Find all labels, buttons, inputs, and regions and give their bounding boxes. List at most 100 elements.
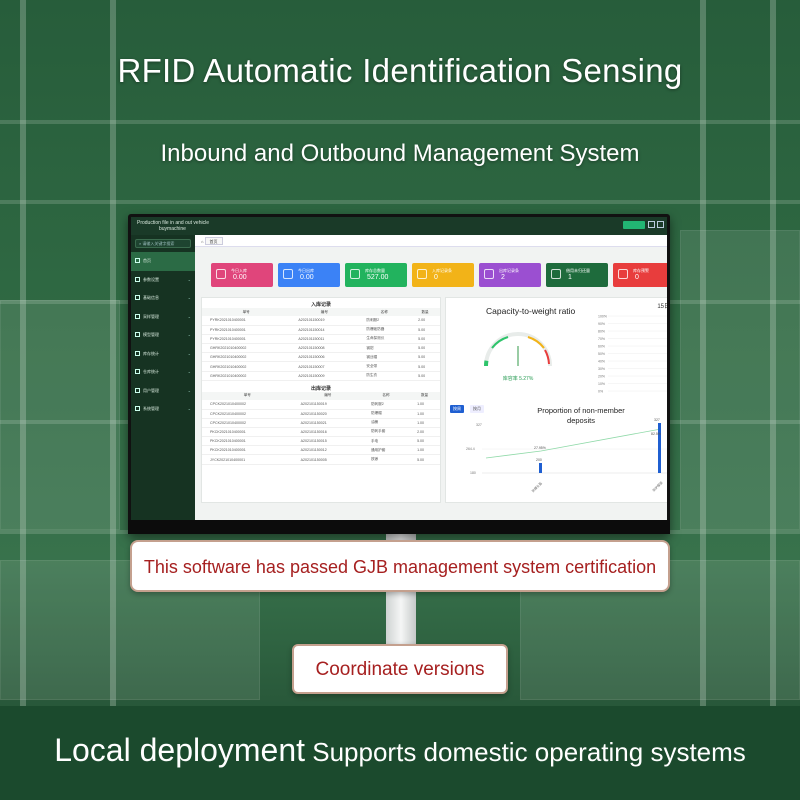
tab-weekly[interactable]: 按周 xyxy=(450,405,464,413)
charts-panel: Capacity-to-weight ratio 库容率 5.27% 100% 9… xyxy=(445,297,667,503)
stat-card-2[interactable]: 库存总数量 527.00 xyxy=(345,263,407,287)
table-cell: 5.00 xyxy=(410,334,440,345)
stat-card-6[interactable]: 库存预警 0 xyxy=(613,263,667,287)
right-axis-tick-1: 90% xyxy=(598,322,605,326)
proportion-line xyxy=(485,428,662,459)
table-cell: GHRK2021010400002 xyxy=(202,352,291,363)
stat-card-1[interactable]: 今日出库 0.00 xyxy=(278,263,340,287)
table-header: 单号 xyxy=(202,391,293,400)
sidebar-item-1[interactable]: 参数设置 ⌄ xyxy=(131,271,195,290)
table-row[interactable]: CPCK2021010400002 A202101150020 防爆帽 1.00 xyxy=(202,409,440,419)
chevron-down-icon: ⌄ xyxy=(187,313,191,319)
card-icon xyxy=(551,269,561,279)
card-icon xyxy=(618,269,628,279)
proportion-annot-2: 82.5% xyxy=(651,432,661,436)
table-row[interactable]: GHRK2021010400002 A202101150006 钢丝帽 5.00 xyxy=(202,352,440,363)
tab-home[interactable]: 首页 xyxy=(204,237,223,245)
table-row[interactable]: GHRK2021010400002 A202101150008 钢钳 5.00 xyxy=(202,343,440,354)
table-cell: GHRK2021010400002 xyxy=(202,361,291,372)
table-cell: 5.00 xyxy=(410,343,440,354)
chevron-down-icon: ⌄ xyxy=(187,369,191,374)
sidebar-item-label: 库存统计 xyxy=(143,350,159,356)
card-value: 0 xyxy=(434,274,438,281)
sidebar-item-6[interactable]: 仓库统计 ⌄ xyxy=(131,363,195,382)
chevron-down-icon: ⌄ xyxy=(187,332,191,337)
search-input[interactable]: ⌕ 请输入关键字搜索 xyxy=(135,239,191,248)
proportion-xlabel-1: 防护服装 xyxy=(651,479,664,492)
table-cell: PKCK2021010400001 xyxy=(202,436,293,447)
table-row[interactable]: GHRK2021010400002 A202101150009 防生衣 5.00 xyxy=(202,371,440,381)
headline-title: RFID Automatic Identification Sensing xyxy=(117,52,683,89)
sidebar-item-2[interactable]: 基础信息 ⌄ xyxy=(131,289,195,308)
stat-cards: 今日入库 0.00 今日出库 0.00 库存总数量 527.00 入库记录条 0 出库记录条 2 借… xyxy=(211,263,667,287)
table-header: 数量 xyxy=(410,308,440,316)
table-cell: A202101150015 xyxy=(292,436,363,447)
close-icon[interactable] xyxy=(657,221,664,228)
chevron-down-icon: ⌄ xyxy=(187,387,191,393)
coordinate-versions-button[interactable]: Coordinate versions xyxy=(292,644,508,694)
table-cell: 手电 xyxy=(362,436,410,447)
right-axis-tick-3: 70% xyxy=(598,337,605,341)
table-cell: 1.00 xyxy=(409,445,440,456)
table-row[interactable]: PYRK2021010400001 A202101150019 防刺服2 2.00 xyxy=(202,316,440,326)
table-cell: GHRK2021010400002 xyxy=(202,343,291,354)
table-cell: 5.00 xyxy=(410,371,440,381)
sidebar-item-label: 首页 xyxy=(143,258,151,263)
stat-card-5[interactable]: 借用未归还量 1 xyxy=(546,263,608,287)
right-axis-tick-5: 50% xyxy=(598,352,605,356)
table-cell: 防生衣 xyxy=(358,371,411,381)
table-cell: 钢钳 xyxy=(358,343,411,354)
sidebar-item-0[interactable]: 首页 xyxy=(131,252,195,271)
proportion-tick-2: 180 xyxy=(470,471,476,475)
monitor: Production file in and out vehicle buyma… xyxy=(128,214,670,534)
stat-card-3[interactable]: 入库记录条 0 xyxy=(412,263,474,287)
tab-monthly[interactable]: 按月 xyxy=(470,405,484,413)
table-header: 编号 xyxy=(292,391,363,400)
table-cell: 防刺服2 xyxy=(358,316,411,326)
table-cell: A202101150008 xyxy=(290,343,359,354)
table-cell: A202101150009 xyxy=(290,371,359,381)
menu-icon xyxy=(135,406,140,412)
app-topbar: Production file in and out vehicle buyma… xyxy=(131,217,667,235)
table-row[interactable]: GHRK2021010400002 A202101150007 安全带 5.00 xyxy=(202,361,440,372)
table-cell: 通用护套 xyxy=(362,445,410,456)
table-row[interactable]: PKCK2021010400001 A202101150012 通用护套 1.00 xyxy=(202,445,440,456)
table-header: 数量 xyxy=(409,391,440,400)
sidebar-item-5[interactable]: 库存统计 ⌄ xyxy=(131,345,195,364)
table-row[interactable]: PYRK2021010400001 A202101150014 防爆破防器 5.00 xyxy=(202,325,440,335)
table-row[interactable]: CPCK2021010400002 A202101150021 油桶 1.00 xyxy=(202,418,440,428)
table-row[interactable]: PKCK2021010400001 A202101150015 手电 5.00 xyxy=(202,436,440,447)
fullscreen-icon[interactable] xyxy=(648,221,655,228)
table-cell: PYRK2021010400001 xyxy=(202,334,291,345)
main-content: ⌂ 首页 今日入库 0.00 今日出库 0.00 库存总数量 527.00 入库记录条 0 出库… xyxy=(195,235,667,520)
table-cell: CPCK2021010400002 xyxy=(202,418,293,428)
sidebar-item-7[interactable]: 用户管理 ⌄ xyxy=(131,382,195,401)
menu-icon xyxy=(135,332,140,338)
table-cell: 防刺手套 xyxy=(362,427,410,438)
top-action-button[interactable] xyxy=(623,221,645,229)
table-cell: 1.00 xyxy=(409,409,440,419)
table-cell: 2.00 xyxy=(409,427,440,438)
table-cell: PKCK2021010400001 xyxy=(202,445,293,456)
menu-icon xyxy=(135,387,140,393)
table-cell: 2.00 xyxy=(410,316,440,326)
table-cell: 5.00 xyxy=(410,352,440,363)
outbound-title: 出库记录 xyxy=(310,385,331,392)
stat-card-4[interactable]: 出库记录条 2 xyxy=(479,263,541,287)
table-row[interactable]: PKCK2021010400001 A202101150016 防刺手套 2.00 xyxy=(202,427,440,438)
table-cell: A202101150007 xyxy=(290,361,359,372)
proportion-title: Proportion of non-member deposits xyxy=(537,406,625,425)
table-cell: CPCK2021010400002 xyxy=(202,399,293,410)
sidebar-item-8[interactable]: 系统管理 ⌄ xyxy=(131,400,195,419)
sidebar-item-3[interactable]: 采样管理 ⌄ xyxy=(131,308,195,327)
table-cell: 5.00 xyxy=(410,325,440,335)
menu-icon xyxy=(135,369,140,375)
table-cell: A202101150005 xyxy=(292,454,363,465)
table-row[interactable]: JYCK2021010400001 A202101150005 铁锹 5.00 xyxy=(202,454,440,465)
table-cell: CPCK2021010400002 xyxy=(202,409,293,419)
table-row[interactable]: CPCK2021010400002 A202101150019 防刺服2 1.00 xyxy=(202,399,440,410)
stat-card-0[interactable]: 今日入库 0.00 xyxy=(211,263,273,287)
table-row[interactable]: PYRK2021010400001 A202101150011 生命探测仪 5.00 xyxy=(202,334,440,345)
table-cell: A202101150019 xyxy=(292,399,363,410)
sidebar-item-4[interactable]: 模型管理 ⌄ xyxy=(131,326,195,345)
